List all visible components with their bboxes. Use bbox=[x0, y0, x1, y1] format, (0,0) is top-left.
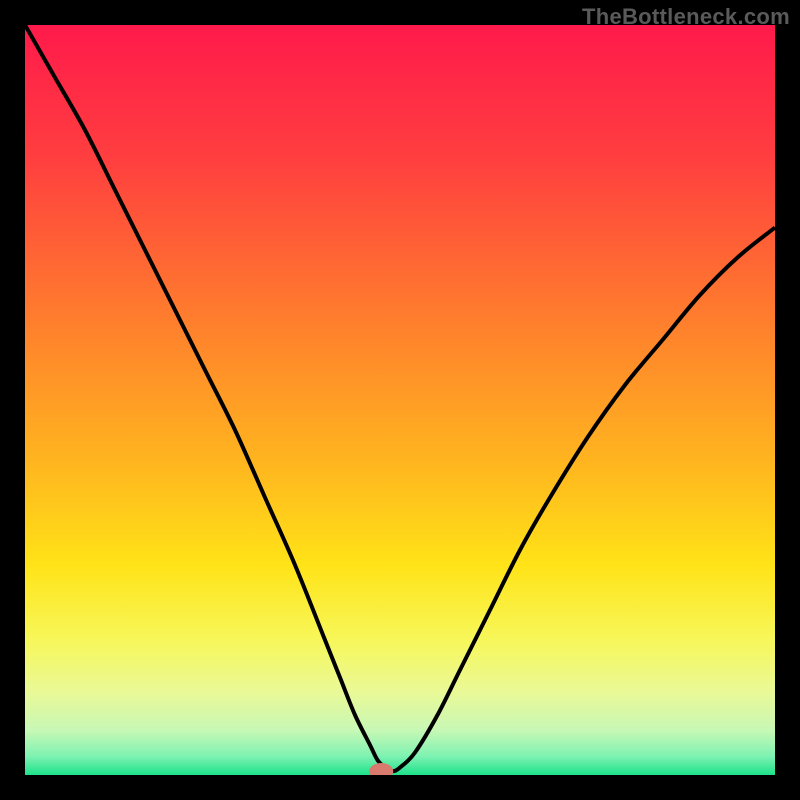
bottleneck-curve bbox=[25, 25, 775, 771]
overlay-svg bbox=[25, 25, 775, 775]
min-marker bbox=[369, 763, 393, 775]
plot-area bbox=[25, 25, 775, 775]
chart-frame: TheBottleneck.com bbox=[0, 0, 800, 800]
